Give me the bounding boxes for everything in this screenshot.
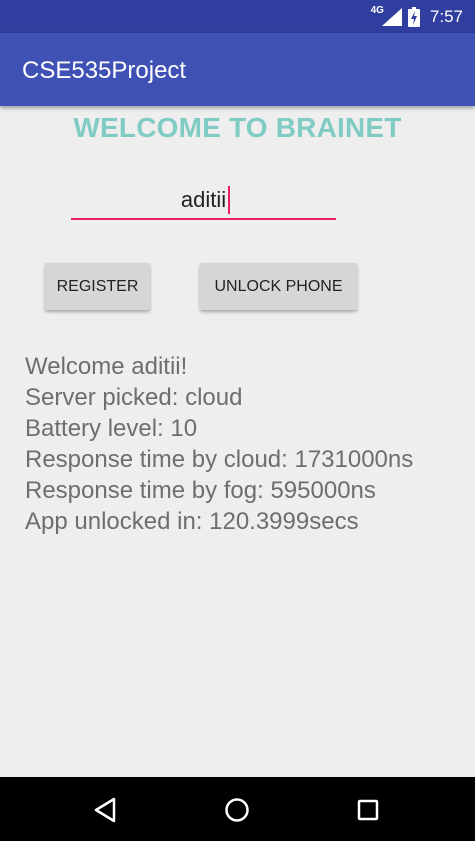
status-bar: 4G 7:57 <box>0 0 475 33</box>
cloud-response-time-text: Response time by cloud: 1731000ns <box>25 446 414 473</box>
unlock-phone-button[interactable]: UNLOCK PHONE <box>200 263 357 310</box>
back-icon[interactable] <box>88 793 122 827</box>
fog-response-time-text: Response time by fog: 595000ns <box>25 477 376 504</box>
signal-icon <box>381 7 402 26</box>
unlock-time-text: App unlocked in: 120.3999secs <box>25 508 359 535</box>
home-icon[interactable] <box>220 793 254 827</box>
welcome-heading: WELCOME TO BRAINET <box>73 112 402 143</box>
battery-charging-icon <box>407 6 420 27</box>
network-type-label: 4G <box>370 5 384 16</box>
app-screen: 4G 7:57 CSE535Project WELCOME TO BRAINET… <box>0 0 475 841</box>
app-title: CSE535Project <box>22 57 187 84</box>
welcome-message: Welcome aditii! <box>25 353 188 380</box>
info-text-block: Welcome aditii! Server picked: cloud Bat… <box>25 351 465 537</box>
register-button[interactable]: REGISTER <box>45 263 150 310</box>
name-input[interactable] <box>71 182 336 220</box>
battery-level-text: Battery level: 10 <box>25 415 198 442</box>
name-input-container <box>71 182 336 222</box>
text-cursor <box>228 186 230 214</box>
server-picked-text: Server picked: cloud <box>25 384 243 411</box>
navigation-bar <box>0 777 475 841</box>
recents-icon[interactable] <box>351 793 385 827</box>
status-icons: 4G 7:57 <box>371 0 463 33</box>
status-clock: 7:57 <box>429 6 463 26</box>
app-bar: CSE535Project <box>0 33 475 106</box>
